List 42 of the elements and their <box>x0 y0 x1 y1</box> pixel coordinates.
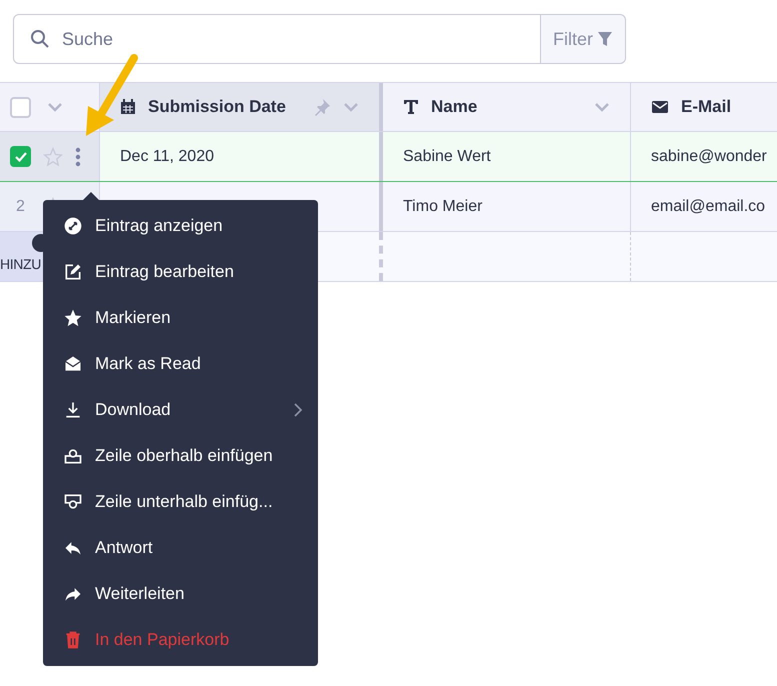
more-icon[interactable] <box>75 146 81 166</box>
chevron-down-icon <box>343 102 359 112</box>
table-cell-text: Timo Meier <box>403 196 482 216</box>
pin-icon[interactable] <box>313 98 331 116</box>
table-cell-text: Dec 11, 2020 <box>120 146 214 166</box>
star-icon[interactable] <box>43 146 63 166</box>
table-cell-text: sabine@wonder <box>651 146 767 166</box>
star-icon <box>63 308 83 328</box>
select-all-checkbox[interactable] <box>10 96 31 118</box>
search-icon <box>30 29 50 49</box>
menu-item[interactable]: Zeile unterhalb einfüg... <box>43 479 318 525</box>
column-title: Submission Date <box>148 96 286 118</box>
chevron-right-icon <box>294 403 302 417</box>
envelope-icon <box>651 100 669 114</box>
table-cell-text: Sabine Wert <box>403 146 491 166</box>
search-field[interactable]: Suche <box>13 14 541 64</box>
table-row[interactable]: Dec 11, 2020 Sabine Wert sabine@wonder <box>0 132 777 182</box>
menu-item[interactable]: Antwort <box>43 525 318 571</box>
filter-icon <box>597 31 613 47</box>
menu-item[interactable]: Markieren <box>43 295 318 341</box>
chevron-down-icon <box>594 102 610 112</box>
table-cell-text: email@email.co <box>651 196 766 216</box>
menu-item[interactable]: Weiterleiten <box>43 571 318 617</box>
search-input[interactable]: Suche <box>62 26 524 52</box>
chevron-down-icon <box>47 102 63 112</box>
row-number: 2 <box>15 196 26 216</box>
edit-icon <box>63 262 83 282</box>
menu-item[interactable]: Eintrag bearbeiten <box>43 249 318 295</box>
menu-item[interactable]: Download <box>43 387 318 433</box>
calendar-icon <box>120 99 136 115</box>
column-header[interactable]: Submission Date <box>100 83 383 131</box>
column-header[interactable]: Name <box>383 83 631 131</box>
column-header[interactable]: E-Mail <box>631 83 777 131</box>
check-icon <box>14 152 26 162</box>
expand-icon <box>63 216 83 236</box>
row-checkbox[interactable] <box>10 146 31 167</box>
column-title: Name <box>431 96 478 118</box>
menu-item[interactable]: Zeile oberhalb einfügen <box>43 433 318 479</box>
text-type-icon <box>403 99 419 115</box>
menu-item[interactable]: Mark as Read <box>43 341 318 387</box>
column-title: E-Mail <box>681 96 732 118</box>
add-row-label: HINZU <box>0 255 42 274</box>
